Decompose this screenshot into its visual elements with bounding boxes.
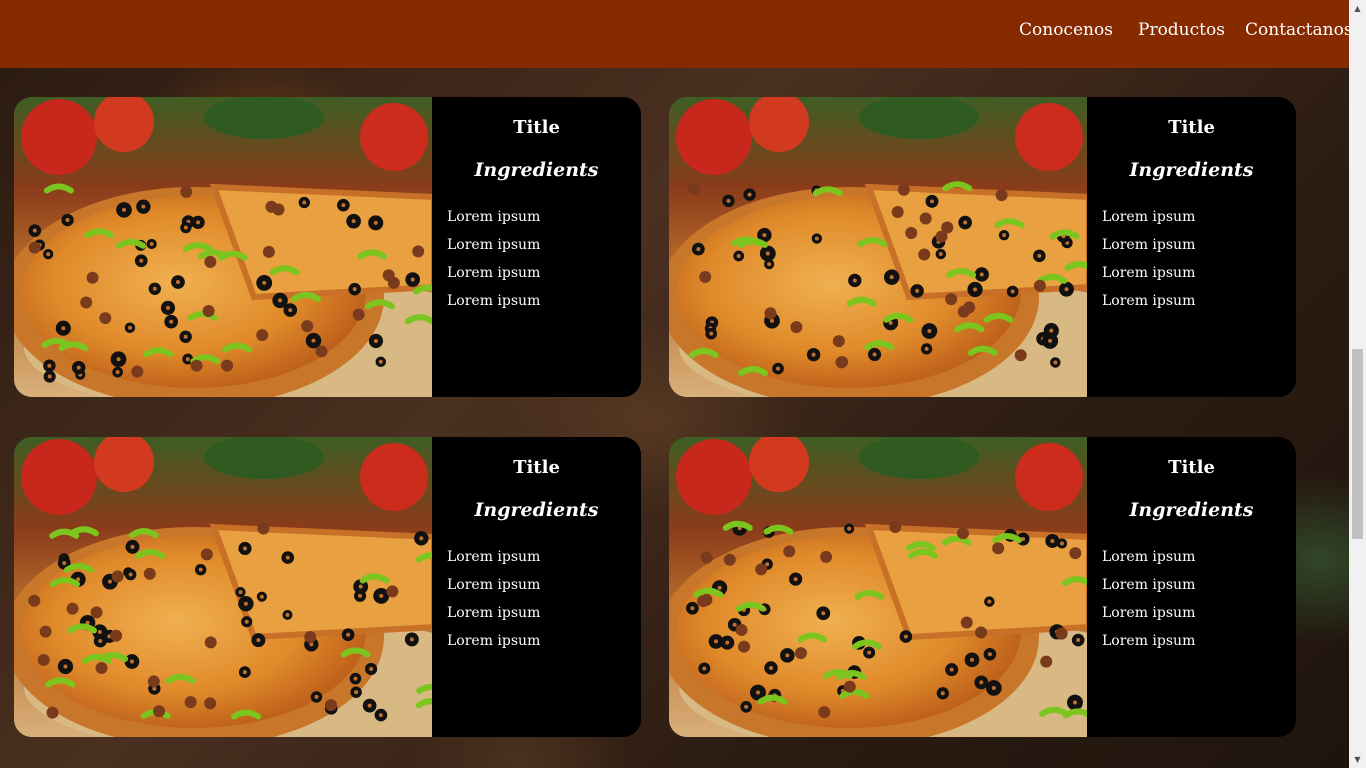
ingredient-item: Lorem ipsum bbox=[447, 633, 541, 649]
card-title: Title bbox=[1168, 117, 1215, 138]
ingredient-item: Lorem ipsum bbox=[1102, 549, 1196, 565]
card-subtitle: Ingredients bbox=[1129, 159, 1254, 181]
arrow-up-icon[interactable]: ▲ bbox=[1349, 0, 1366, 17]
nav-link-productos[interactable]: Productos bbox=[1138, 20, 1225, 40]
card-info-panel: Title Ingredients Lorem ipsum Lorem ipsu… bbox=[432, 97, 641, 397]
product-card: Title Ingredients Lorem ipsum Lorem ipsu… bbox=[14, 97, 641, 397]
product-card: Title Ingredients Lorem ipsum Lorem ipsu… bbox=[669, 437, 1296, 737]
nav-link-conocenos[interactable]: Conocenos bbox=[1019, 20, 1113, 40]
ingredient-list: Lorem ipsum Lorem ipsum Lorem ipsum Lore… bbox=[1102, 543, 1195, 655]
ingredient-list: Lorem ipsum Lorem ipsum Lorem ipsum Lore… bbox=[1102, 203, 1195, 315]
pizza-illustration bbox=[669, 97, 1087, 397]
ingredient-item: Lorem ipsum bbox=[1102, 577, 1196, 593]
nav-link-contactanos[interactable]: Contactanos bbox=[1245, 20, 1353, 40]
ingredient-item: Lorem ipsum bbox=[1102, 237, 1196, 253]
pizza-image bbox=[669, 97, 1087, 397]
ingredient-item: Lorem ipsum bbox=[1102, 605, 1196, 621]
card-title: Title bbox=[513, 117, 560, 138]
pizza-image bbox=[14, 97, 432, 397]
pizza-illustration bbox=[669, 437, 1087, 737]
product-card: Title Ingredients Lorem ipsum Lorem ipsu… bbox=[669, 97, 1296, 397]
ingredient-list: Lorem ipsum Lorem ipsum Lorem ipsum Lore… bbox=[447, 203, 540, 315]
ingredient-item: Lorem ipsum bbox=[447, 293, 541, 309]
product-card: Title Ingredients Lorem ipsum Lorem ipsu… bbox=[14, 437, 641, 737]
card-info-panel: Title Ingredients Lorem ipsum Lorem ipsu… bbox=[1087, 437, 1296, 737]
ingredient-item: Lorem ipsum bbox=[1102, 265, 1196, 281]
ingredient-item: Lorem ipsum bbox=[447, 549, 541, 565]
ingredient-item: Lorem ipsum bbox=[1102, 633, 1196, 649]
card-title: Title bbox=[513, 457, 560, 478]
arrow-down-icon[interactable]: ▼ bbox=[1349, 751, 1366, 768]
pizza-image bbox=[14, 437, 432, 737]
ingredient-item: Lorem ipsum bbox=[447, 605, 541, 621]
navbar: Conocenos Productos Contactanos bbox=[0, 0, 1353, 68]
ingredient-list: Lorem ipsum Lorem ipsum Lorem ipsum Lore… bbox=[447, 543, 540, 655]
ingredient-item: Lorem ipsum bbox=[1102, 293, 1196, 309]
ingredient-item: Lorem ipsum bbox=[447, 577, 541, 593]
pizza-illustration bbox=[14, 97, 432, 397]
card-subtitle: Ingredients bbox=[1129, 499, 1254, 521]
vertical-scrollbar[interactable]: ▲ ▼ bbox=[1349, 0, 1366, 768]
card-info-panel: Title Ingredients Lorem ipsum Lorem ipsu… bbox=[432, 437, 641, 737]
scrollbar-thumb[interactable] bbox=[1352, 349, 1363, 539]
pizza-image bbox=[669, 437, 1087, 737]
ingredient-item: Lorem ipsum bbox=[1102, 209, 1196, 225]
ingredient-item: Lorem ipsum bbox=[447, 237, 541, 253]
card-title: Title bbox=[1168, 457, 1215, 478]
pizza-illustration bbox=[14, 437, 432, 737]
card-info-panel: Title Ingredients Lorem ipsum Lorem ipsu… bbox=[1087, 97, 1296, 397]
card-subtitle: Ingredients bbox=[474, 159, 599, 181]
card-subtitle: Ingredients bbox=[474, 499, 599, 521]
ingredient-item: Lorem ipsum bbox=[447, 265, 541, 281]
ingredient-item: Lorem ipsum bbox=[447, 209, 541, 225]
